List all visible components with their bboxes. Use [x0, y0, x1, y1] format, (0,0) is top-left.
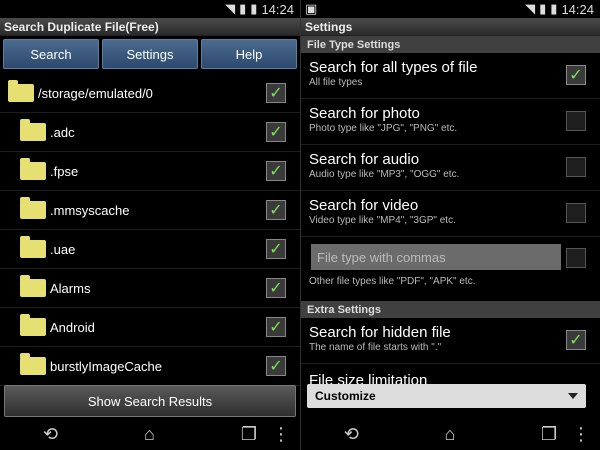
file-size-select-value: Customize: [315, 389, 376, 403]
overflow-menu-icon[interactable]: ⋮: [272, 424, 290, 445]
file-types-input[interactable]: File type with commas: [311, 244, 561, 270]
signal-icon: ▮: [239, 1, 247, 16]
folder-name: Android: [50, 319, 95, 335]
folder-name: .uae: [50, 241, 76, 257]
setting-title: Search for hidden file: [309, 324, 451, 341]
back-icon[interactable]: ⟲: [344, 424, 359, 445]
tab-help[interactable]: Help: [201, 39, 297, 69]
settings-title: Settings: [301, 18, 600, 36]
tab-bar: Search Settings Help: [0, 36, 300, 72]
folder-icon: [20, 236, 46, 258]
audio-checkbox[interactable]: [566, 157, 586, 177]
battery-icon: ▮: [550, 1, 558, 16]
other-types-hint: Other file types like "PDF", "APK" etc.: [309, 276, 476, 287]
custom-types-row: File type with commas: [301, 237, 600, 271]
folder-name: .fpse: [50, 163, 79, 179]
setting-audio[interactable]: Search for audio Audio type like "MP3", …: [301, 145, 600, 191]
file-type-settings-header: File Type Settings: [301, 36, 600, 53]
folder-icon: [20, 314, 46, 336]
setting-hidden-files[interactable]: Search for hidden file The name of file …: [301, 318, 600, 364]
folder-checkbox[interactable]: ✓: [266, 200, 286, 220]
status-time: 14:24: [261, 1, 294, 17]
folder-name: .mmsyscache: [50, 202, 130, 218]
custom-types-checkbox[interactable]: [566, 248, 586, 268]
root-folder-path: /storage/emulated/0: [38, 85, 153, 101]
root-folder-row[interactable]: /storage/emulated/0 ✓: [0, 74, 300, 113]
signal-icon: ▮: [539, 1, 547, 16]
extra-settings-header: Extra Settings: [301, 301, 600, 318]
all-types-checkbox[interactable]: ✓: [566, 65, 586, 85]
setting-title: Search for photo: [309, 105, 420, 122]
folder-name: Alarms: [50, 280, 91, 296]
nav-bar: ⟲ ⌂ ❐ ⋮: [0, 418, 300, 450]
setting-all-types[interactable]: Search for all types of file All file ty…: [301, 53, 600, 99]
wifi-icon: ◥: [525, 1, 536, 16]
home-icon[interactable]: ⌂: [445, 424, 456, 445]
video-checkbox[interactable]: [566, 203, 586, 223]
folder-row[interactable]: .mmsyscache ✓: [0, 191, 300, 230]
folder-name: .adc: [50, 124, 75, 140]
image-notification-icon: ▣: [305, 1, 318, 16]
home-icon[interactable]: ⌂: [144, 424, 155, 445]
recent-apps-icon[interactable]: ❐: [541, 424, 557, 445]
root-folder-checkbox[interactable]: ✓: [266, 83, 286, 103]
folder-row[interactable]: burstlyImageCache ✓: [0, 347, 300, 386]
setting-subtitle: Audio type like "MP3", "OGG" etc.: [309, 169, 460, 180]
overflow-menu-icon[interactable]: ⋮: [572, 424, 590, 445]
tab-settings[interactable]: Settings: [102, 39, 198, 69]
folder-icon: [20, 119, 46, 141]
setting-title: Search for audio: [309, 151, 420, 168]
folder-checkbox[interactable]: ✓: [266, 122, 286, 142]
file-size-select[interactable]: Customize: [307, 384, 586, 408]
hidden-files-checkbox[interactable]: ✓: [566, 330, 586, 350]
setting-subtitle: Photo type like "JPG", "PNG" etc.: [309, 123, 458, 134]
show-search-results-button[interactable]: Show Search Results: [4, 385, 296, 417]
setting-photo[interactable]: Search for photo Photo type like "JPG", …: [301, 99, 600, 145]
photo-checkbox[interactable]: [566, 111, 586, 131]
folder-row[interactable]: .fpse ✓: [0, 152, 300, 191]
folder-checkbox[interactable]: ✓: [266, 161, 286, 181]
back-icon[interactable]: ⟲: [43, 424, 58, 445]
folder-icon: [20, 353, 46, 375]
tab-search[interactable]: Search: [3, 39, 99, 69]
recent-apps-icon[interactable]: ❐: [241, 424, 257, 445]
status-bar: ▣ ◥ ▮ ▮ 14:24: [301, 0, 600, 18]
folder-icon: [20, 197, 46, 219]
folder-row[interactable]: Alarms ✓: [0, 269, 300, 308]
folder-checkbox[interactable]: ✓: [266, 317, 286, 337]
folder-checkbox[interactable]: ✓: [266, 356, 286, 376]
status-time: 14:24: [561, 1, 594, 17]
folder-icon: [20, 275, 46, 297]
folder-icon: [8, 80, 34, 102]
wifi-icon: ◥: [225, 1, 236, 16]
setting-subtitle: All file types: [309, 77, 363, 88]
setting-title: Search for all types of file: [309, 59, 478, 76]
dropdown-arrow-icon: [568, 393, 578, 399]
setting-subtitle: Video type like "MP4", "3GP" etc.: [309, 215, 456, 226]
folder-checkbox[interactable]: ✓: [266, 239, 286, 259]
folder-icon: [20, 158, 46, 180]
battery-icon: ▮: [250, 1, 258, 16]
folder-list: /storage/emulated/0 ✓ .adc ✓ .fpse ✓ .mm…: [0, 74, 300, 386]
setting-title: Search for video: [309, 197, 419, 214]
folder-row[interactable]: .uae ✓: [0, 230, 300, 269]
setting-subtitle: The name of file starts with ".": [309, 342, 442, 353]
folder-row[interactable]: .adc ✓: [0, 113, 300, 152]
settings-screen: ▣ ◥ ▮ ▮ 14:24 Settings File Type Setting…: [300, 0, 600, 450]
folder-name: burstlyImageCache: [50, 358, 162, 374]
folder-checkbox[interactable]: ✓: [266, 278, 286, 298]
app-title: Search Duplicate File(Free): [0, 18, 300, 36]
nav-bar: ⟲ ⌂ ❐ ⋮: [301, 418, 600, 450]
folder-row[interactable]: Android ✓: [0, 308, 300, 347]
search-screen: ◥ ▮ ▮ 14:24 Search Duplicate File(Free) …: [0, 0, 300, 450]
status-bar: ◥ ▮ ▮ 14:24: [0, 0, 300, 18]
setting-video[interactable]: Search for video Video type like "MP4", …: [301, 191, 600, 237]
